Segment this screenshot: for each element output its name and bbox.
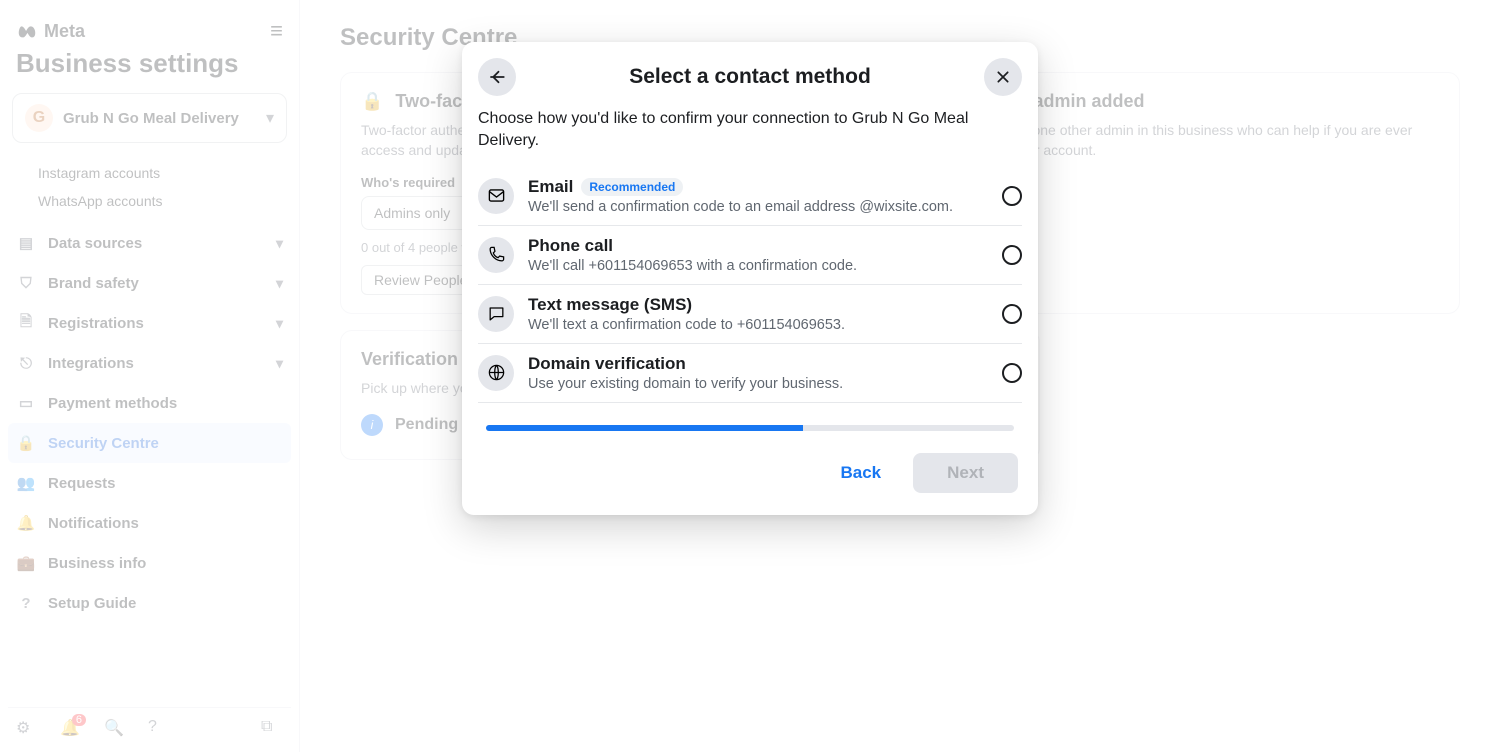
radio-email[interactable] bbox=[1002, 186, 1022, 206]
phone-icon bbox=[478, 237, 514, 273]
radio-phone[interactable] bbox=[1002, 245, 1022, 265]
option-title: Phone call bbox=[528, 236, 988, 256]
arrow-left-icon bbox=[488, 68, 506, 86]
contact-option-sms[interactable]: Text message (SMS) We'll text a confirma… bbox=[478, 285, 1022, 344]
contact-method-modal: Select a contact method Choose how you'd… bbox=[462, 42, 1038, 515]
modal-overlay: Select a contact method Choose how you'd… bbox=[0, 0, 1500, 752]
option-subtitle: Use your existing domain to verify your … bbox=[528, 376, 988, 392]
radio-domain[interactable] bbox=[1002, 363, 1022, 383]
email-icon bbox=[478, 178, 514, 214]
close-button[interactable] bbox=[984, 58, 1022, 96]
option-subtitle: We'll call +601154069653 with a confirma… bbox=[528, 258, 988, 274]
option-subtitle: We'll text a confirmation code to +60115… bbox=[528, 317, 988, 333]
back-button[interactable]: Back bbox=[823, 453, 900, 493]
option-title: Text message (SMS) bbox=[528, 295, 988, 315]
contact-option-email[interactable]: Email Recommended We'll send a confirmat… bbox=[478, 167, 1022, 226]
contact-option-domain[interactable]: Domain verification Use your existing do… bbox=[478, 344, 1022, 403]
option-subtitle: We'll send a confirmation code to an ema… bbox=[528, 199, 988, 215]
contact-option-phone[interactable]: Phone call We'll call +601154069653 with… bbox=[478, 226, 1022, 285]
radio-sms[interactable] bbox=[1002, 304, 1022, 324]
sms-icon bbox=[478, 296, 514, 332]
next-button[interactable]: Next bbox=[913, 453, 1018, 493]
back-arrow-button[interactable] bbox=[478, 58, 516, 96]
modal-title: Select a contact method bbox=[516, 65, 984, 89]
option-title: Email bbox=[528, 177, 573, 197]
option-title: Domain verification bbox=[528, 354, 988, 374]
modal-description: Choose how you'd like to confirm your co… bbox=[478, 104, 1022, 167]
recommended-badge: Recommended bbox=[581, 178, 683, 196]
close-icon bbox=[995, 69, 1011, 85]
globe-icon bbox=[478, 355, 514, 391]
